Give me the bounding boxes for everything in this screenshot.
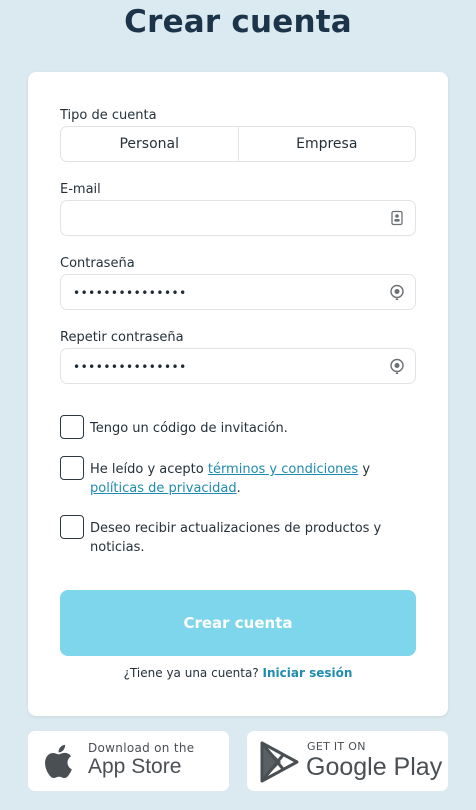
create-account-button[interactable]: Crear cuenta xyxy=(60,590,416,656)
terms-checkbox-label: He leído y acepto términos y condiciones… xyxy=(90,460,390,498)
login-prompt: ¿Tiene ya una cuenta? Iniciar sesión xyxy=(28,666,448,680)
invitation-checkbox-row: Tengo un código de invitación. xyxy=(60,415,400,441)
google-play-small-text: GET IT ON xyxy=(307,740,366,753)
password-label: Contraseña xyxy=(60,256,135,271)
apple-logo-icon xyxy=(45,744,72,779)
repeat-password-label: Repetir contraseña xyxy=(60,330,184,345)
updates-checkbox[interactable] xyxy=(60,515,84,539)
repeat-password-value: ••••••••••••••• xyxy=(73,360,187,374)
app-store-big-text: App Store xyxy=(88,755,182,778)
terms-and: y xyxy=(358,462,371,477)
signup-form-card: Tipo de cuenta Personal Empresa E-mail C… xyxy=(28,72,448,716)
terms-suffix: . xyxy=(236,481,241,496)
account-type-selector: Personal Empresa xyxy=(60,126,416,162)
page-title: Crear cuenta xyxy=(124,4,352,40)
app-store-small-text: Download on the xyxy=(88,741,195,755)
terms-prefix: He leído y acepto xyxy=(90,462,208,477)
invitation-checkbox-label[interactable]: Tengo un código de invitación. xyxy=(90,419,390,438)
login-link[interactable]: Iniciar sesión xyxy=(263,666,353,680)
contact-card-icon[interactable] xyxy=(389,210,405,226)
account-type-label: Tipo de cuenta xyxy=(60,108,157,123)
repeat-password-field[interactable]: ••••••••••••••• xyxy=(60,348,416,384)
google-play-logo-icon xyxy=(260,741,299,783)
terms-checkbox-row: He leído y acepto términos y condiciones… xyxy=(60,456,400,500)
account-type-personal[interactable]: Personal xyxy=(61,127,238,161)
updates-checkbox-label[interactable]: Deseo recibir actualizaciones de product… xyxy=(90,519,390,557)
privacy-link[interactable]: políticas de privacidad xyxy=(90,481,237,496)
password-value: ••••••••••••••• xyxy=(73,286,187,300)
account-type-empresa[interactable]: Empresa xyxy=(237,127,416,161)
eye-icon[interactable] xyxy=(389,358,405,374)
terms-link[interactable]: términos y condiciones xyxy=(208,462,358,477)
app-store-badge[interactable]: Download on the App Store xyxy=(28,731,229,791)
google-play-big-text: Google Play xyxy=(306,753,443,781)
eye-icon[interactable] xyxy=(389,284,405,300)
google-play-badge[interactable]: GET IT ON Google Play xyxy=(247,731,448,791)
email-field[interactable] xyxy=(60,200,416,236)
email-label: E-mail xyxy=(60,182,101,197)
updates-checkbox-row: Deseo recibir actualizaciones de product… xyxy=(60,515,400,559)
invitation-checkbox[interactable] xyxy=(60,415,84,439)
terms-checkbox[interactable] xyxy=(60,456,84,480)
password-field[interactable]: ••••••••••••••• xyxy=(60,274,416,310)
login-prompt-text: ¿Tiene ya una cuenta? xyxy=(123,666,263,680)
